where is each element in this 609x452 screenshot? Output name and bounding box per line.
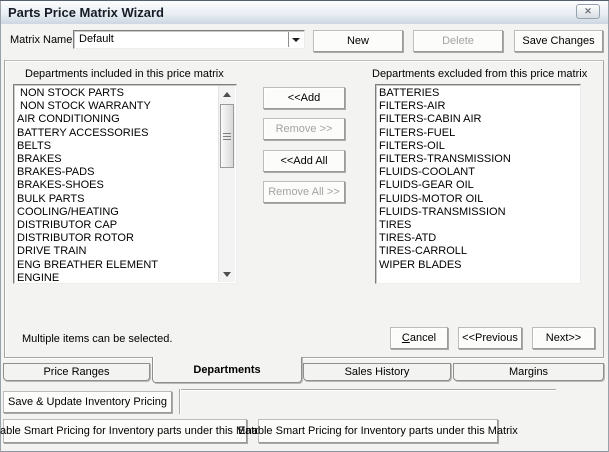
- save-changes-button[interactable]: Save Changes: [514, 30, 603, 52]
- list-item[interactable]: DISTRIBUTOR CAP: [17, 219, 217, 232]
- triangle-up-icon: [223, 92, 231, 97]
- tab-sales-history[interactable]: Sales History: [303, 363, 451, 381]
- list-item[interactable]: BATTERIES: [379, 87, 580, 100]
- list-item[interactable]: FILTERS-OIL: [379, 140, 580, 153]
- next-button[interactable]: Next>>: [532, 327, 595, 349]
- excluded-items: BATTERIESFILTERS-AIRFILTERS-CABIN AIRFIL…: [376, 87, 580, 272]
- scroll-up-button[interactable]: [219, 86, 235, 102]
- list-item[interactable]: BULK PARTS: [17, 193, 217, 206]
- add-all-button[interactable]: <<Add All: [263, 150, 345, 172]
- list-item[interactable]: ENGINE: [17, 272, 217, 284]
- previous-button[interactable]: <<Previous: [458, 327, 522, 349]
- tab-departments[interactable]: Departments: [152, 357, 302, 383]
- list-item[interactable]: AIR CONDITIONING: [17, 113, 217, 126]
- list-item[interactable]: NON STOCK WARRANTY: [17, 100, 217, 113]
- list-item[interactable]: BRAKES-SHOES: [17, 179, 217, 192]
- list-item[interactable]: TIRES-CARROLL: [379, 245, 580, 258]
- list-item[interactable]: DRIVE TRAIN: [17, 245, 217, 258]
- add-button[interactable]: <<Add: [263, 87, 345, 109]
- multi-select-hint: Multiple items can be selected.: [22, 333, 172, 345]
- list-item[interactable]: BATTERY ACCESSORIES: [17, 127, 217, 140]
- title-bar: Parts Price Matrix Wizard: [1, 1, 608, 24]
- included-list-scrollbar[interactable]: [218, 86, 235, 282]
- list-item[interactable]: BRAKES: [17, 153, 217, 166]
- list-item[interactable]: FILTERS-CABIN AIR: [379, 113, 580, 126]
- triangle-down-icon: [223, 272, 231, 277]
- scrollbar-thumb[interactable]: [220, 104, 234, 168]
- list-item[interactable]: FLUIDS-COOLANT: [379, 166, 580, 179]
- list-item[interactable]: FILTERS-AIR: [379, 100, 580, 113]
- list-item[interactable]: FILTERS-TRANSMISSION: [379, 153, 580, 166]
- list-item[interactable]: COOLING/HEATING: [17, 206, 217, 219]
- remove-all-button[interactable]: Remove All >>: [263, 181, 345, 203]
- list-item[interactable]: BELTS: [17, 140, 217, 153]
- list-item[interactable]: WIPER BLADES: [379, 259, 580, 272]
- list-item[interactable]: TIRES: [379, 219, 580, 232]
- excluded-departments-listbox[interactable]: BATTERIESFILTERS-AIRFILTERS-CABIN AIRFIL…: [375, 84, 581, 284]
- list-item[interactable]: ENG BREATHER ELEMENT: [17, 259, 217, 272]
- combobox-dropdown-button[interactable]: [288, 32, 303, 47]
- delete-button[interactable]: Delete: [413, 30, 503, 52]
- list-item[interactable]: TIRES-ATD: [379, 232, 580, 245]
- tab-price-ranges[interactable]: Price Ranges: [3, 363, 150, 381]
- thumb-grip-icon: [223, 133, 231, 140]
- list-item[interactable]: BRAKES-PADS: [17, 166, 217, 179]
- list-item[interactable]: NON STOCK PARTS: [17, 87, 217, 100]
- chevron-down-icon: [292, 38, 300, 42]
- combobox-value: Default: [79, 33, 114, 45]
- list-item[interactable]: DISTRIBUTOR ROTOR: [17, 232, 217, 245]
- list-item[interactable]: FLUIDS-MOTOR OIL: [379, 193, 580, 206]
- list-item[interactable]: FLUIDS-GEAR OIL: [379, 179, 580, 192]
- cancel-button[interactable]: Cancel: [390, 327, 448, 349]
- excluded-list-label: Departments excluded from this price mat…: [372, 68, 587, 80]
- scroll-down-button[interactable]: [219, 266, 235, 282]
- included-items: NON STOCK PARTS NON STOCK WARRANTYAIR CO…: [14, 87, 217, 284]
- matrix-name-combobox[interactable]: Default: [73, 30, 305, 49]
- close-icon: ✕: [584, 7, 592, 16]
- included-departments-listbox[interactable]: NON STOCK PARTS NON STOCK WARRANTYAIR CO…: [13, 84, 237, 284]
- matrix-name-label: Matrix Name:: [10, 34, 75, 46]
- enable-smart-pricing-button[interactable]: Enable Smart Pricing for Inventory parts…: [258, 419, 498, 443]
- save-update-inventory-pricing-button[interactable]: Save & Update Inventory Pricing: [3, 391, 172, 413]
- window-title: Parts Price Matrix Wizard: [1, 5, 164, 20]
- disable-smart-pricing-button[interactable]: Disable Smart Pricing for Inventory part…: [3, 419, 247, 443]
- panel-edge-horizontal: [179, 389, 556, 390]
- list-item[interactable]: FILTERS-FUEL: [379, 127, 580, 140]
- included-list-label: Departments included in this price matri…: [25, 68, 224, 80]
- cancel-label: Cancel: [402, 332, 436, 344]
- list-item[interactable]: FLUIDS-TRANSMISSION: [379, 206, 580, 219]
- close-button[interactable]: ✕: [576, 4, 600, 19]
- new-button[interactable]: New: [313, 30, 403, 52]
- remove-button[interactable]: Remove >>: [263, 118, 345, 140]
- dialog-window: Parts Price Matrix Wizard ✕ Matrix Name:…: [0, 0, 609, 452]
- panel-edge-vertical: [179, 389, 180, 414]
- tab-margins[interactable]: Margins: [453, 363, 604, 381]
